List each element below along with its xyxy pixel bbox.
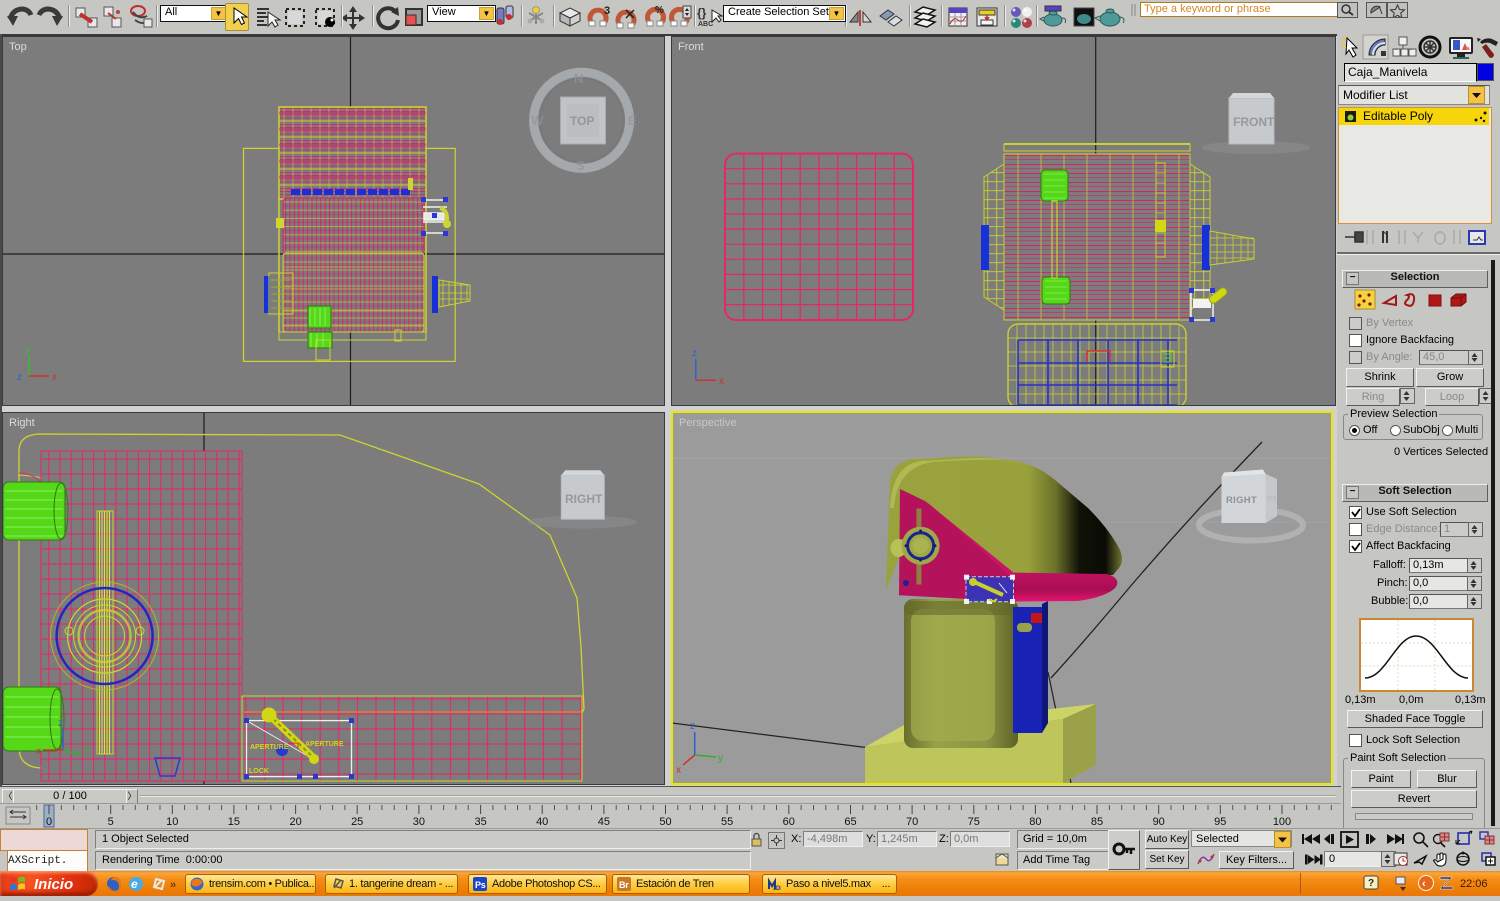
svg-text:Top: Top bbox=[9, 41, 27, 53]
svg-text:40: 40 bbox=[536, 816, 548, 828]
svg-text:50: 50 bbox=[659, 816, 671, 828]
svg-text:85: 85 bbox=[1091, 816, 1103, 828]
svg-text:Ps: Ps bbox=[475, 880, 486, 890]
svg-text:10: 10 bbox=[166, 816, 178, 828]
svg-text:0: 0 bbox=[46, 816, 52, 828]
svg-text:W: W bbox=[531, 113, 544, 128]
svg-text:x: x bbox=[52, 372, 57, 383]
svg-text:3: 3 bbox=[604, 5, 610, 17]
svg-text:20: 20 bbox=[289, 816, 301, 828]
svg-text:25: 25 bbox=[351, 816, 363, 828]
svg-text:RIGHT: RIGHT bbox=[1226, 495, 1257, 506]
svg-text:»: » bbox=[170, 879, 176, 891]
svg-text:45: 45 bbox=[598, 816, 610, 828]
svg-text:75: 75 bbox=[968, 816, 980, 828]
svg-text:{}: {} bbox=[697, 6, 707, 20]
svg-text:55: 55 bbox=[721, 816, 733, 828]
svg-text:ABC: ABC bbox=[698, 21, 713, 28]
svg-text:Br: Br bbox=[619, 880, 629, 890]
svg-text:APERTURE: APERTURE bbox=[250, 744, 289, 751]
svg-text:RIGHT: RIGHT bbox=[565, 492, 603, 506]
svg-text:3DS: 3DS bbox=[773, 886, 781, 891]
svg-text:z: z bbox=[58, 718, 63, 729]
svg-text:E: E bbox=[628, 113, 637, 128]
svg-text:80: 80 bbox=[1029, 816, 1041, 828]
svg-text:90: 90 bbox=[1153, 816, 1165, 828]
svg-text:N: N bbox=[574, 71, 583, 86]
svg-text:z: z bbox=[690, 721, 695, 732]
svg-text:FRONT: FRONT bbox=[1233, 115, 1275, 129]
svg-text:y: y bbox=[25, 344, 30, 355]
svg-text:LOCK: LOCK bbox=[249, 768, 269, 775]
svg-text:TOP: TOP bbox=[570, 114, 594, 128]
svg-text:z: z bbox=[692, 348, 697, 359]
svg-text:Front: Front bbox=[678, 41, 704, 53]
svg-text:70: 70 bbox=[906, 816, 918, 828]
svg-text:5: 5 bbox=[108, 816, 114, 828]
svg-text:60: 60 bbox=[783, 816, 795, 828]
svg-text:Inicio: Inicio bbox=[34, 876, 73, 893]
svg-text:z: z bbox=[17, 372, 22, 383]
svg-text:22:06: 22:06 bbox=[1460, 878, 1488, 890]
svg-text:65: 65 bbox=[844, 816, 856, 828]
svg-text:e: e bbox=[131, 877, 138, 891]
svg-text:x: x bbox=[676, 765, 681, 776]
svg-text:y: y bbox=[718, 753, 723, 764]
svg-text:x: x bbox=[36, 746, 41, 757]
svg-text:15: 15 bbox=[228, 816, 240, 828]
svg-text:Perspective: Perspective bbox=[679, 417, 736, 429]
svg-text:95: 95 bbox=[1214, 816, 1226, 828]
svg-text:Right: Right bbox=[9, 417, 35, 429]
svg-text:30: 30 bbox=[413, 816, 425, 828]
svg-text:‹: ‹ bbox=[1422, 878, 1426, 890]
svg-text:APERTURE: APERTURE bbox=[305, 741, 344, 748]
svg-text:?: ? bbox=[1368, 878, 1374, 889]
svg-text:F3: F3 bbox=[1268, 496, 1276, 503]
svg-text:x: x bbox=[719, 376, 724, 387]
svg-text:35: 35 bbox=[474, 816, 486, 828]
svg-text:y: y bbox=[83, 744, 88, 755]
svg-text:%: % bbox=[655, 5, 664, 16]
svg-text:100: 100 bbox=[1273, 816, 1291, 828]
svg-text:S: S bbox=[576, 158, 585, 173]
